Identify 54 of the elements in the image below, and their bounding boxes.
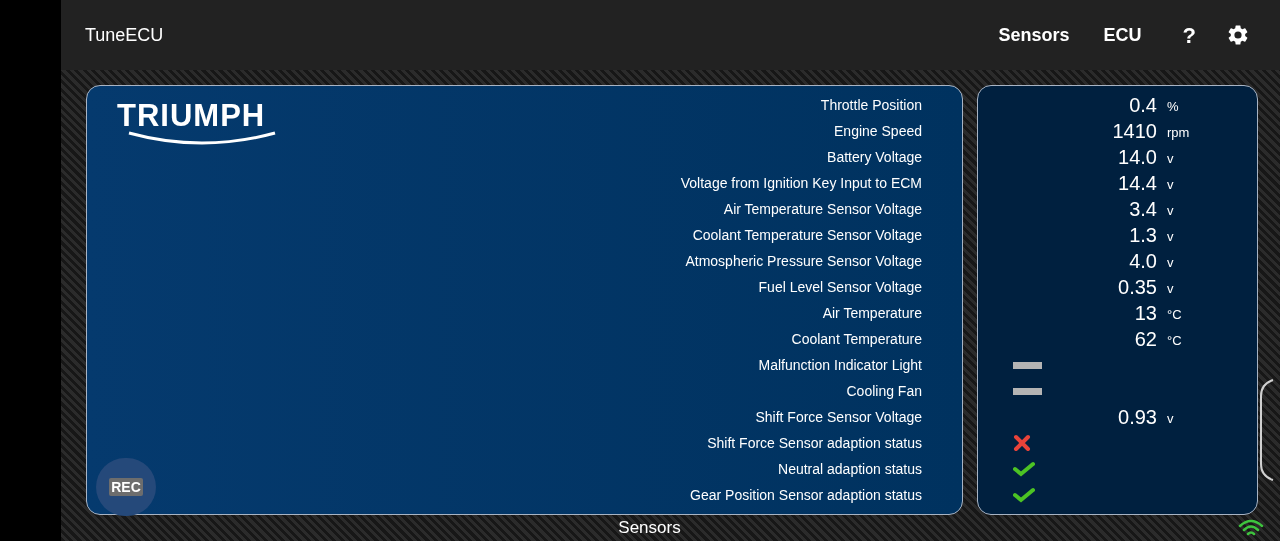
sensor-name: Neutral adaption status: [778, 459, 922, 479]
sensor-name: Battery Voltage: [827, 147, 922, 167]
sensor-name: Gear Position Sensor adaption status: [690, 485, 922, 505]
sensor-unit: v: [1167, 254, 1174, 273]
sensor-unit: rpm: [1167, 124, 1190, 143]
sensor-name: Cooling Fan: [846, 381, 922, 401]
sensor-name: Voltage from Ignition Key Input to ECM: [680, 173, 922, 193]
sensor-unit: °C: [1167, 306, 1182, 325]
sensor-value: 14.0: [1117, 145, 1157, 170]
sensor-unit: v: [1167, 150, 1174, 169]
sensor-name: Air Temperature: [822, 303, 922, 323]
brand-logo: TRIUMPH: [117, 100, 266, 131]
sensor-unit: v: [1167, 280, 1174, 299]
sensor-name: Air Temperature Sensor Voltage: [723, 199, 922, 219]
sensor-name: Coolant Temperature: [791, 329, 922, 349]
sensor-unit: v: [1167, 410, 1174, 429]
sensor-value: 0.4: [1128, 93, 1157, 118]
sensor-unit: %: [1167, 98, 1179, 117]
sensor-name: Shift Force Sensor Voltage: [755, 407, 922, 427]
cross-icon: [1013, 434, 1031, 452]
wifi-icon: [1238, 519, 1264, 537]
sensor-value: 14.4: [1117, 171, 1157, 196]
sensor-value: 62: [1133, 327, 1157, 352]
sensor-value: 13: [1133, 301, 1157, 326]
nav-tab[interactable]: Sensors: [998, 21, 1070, 49]
settings-icon[interactable]: [1226, 23, 1250, 47]
check-icon: [1013, 487, 1035, 503]
sensor-value: 1410: [1111, 119, 1157, 144]
sensor-unit: v: [1167, 176, 1174, 195]
drawer-handle-icon: [1258, 378, 1274, 482]
nav-tab[interactable]: ECU: [1103, 21, 1142, 49]
sensor-name: Malfunction Indicator Light: [758, 355, 922, 375]
sensor-unit: v: [1167, 228, 1174, 247]
help-button[interactable]: ?: [1182, 18, 1196, 52]
sensor-name: Shift Force Sensor adaption status: [707, 433, 922, 453]
sensor-name: Engine Speed: [834, 121, 922, 141]
check-icon: [1013, 461, 1035, 477]
sensor-name: Throttle Position: [820, 95, 922, 115]
sensor-value: 0.35: [1117, 275, 1157, 300]
dash-icon: [1013, 361, 1042, 369]
sensor-name: Coolant Temperature Sensor Voltage: [692, 225, 922, 245]
status-label: Sensors: [618, 517, 681, 540]
sensor-unit: v: [1167, 202, 1174, 221]
sensor-value: 3.4: [1128, 197, 1157, 222]
dash-icon: [1013, 387, 1042, 395]
logo-swoosh-icon: [127, 131, 277, 145]
sensor-unit: °C: [1167, 332, 1182, 351]
sensor-value: 4.0: [1128, 249, 1157, 274]
sensor-name: Atmospheric Pressure Sensor Voltage: [685, 251, 922, 271]
sensor-value: 1.3: [1128, 223, 1157, 248]
sensor-name: Fuel Level Sensor Voltage: [758, 277, 922, 297]
record-button[interactable]: REC: [96, 458, 156, 516]
sensor-value: 0.93: [1117, 405, 1157, 430]
app-title: TuneECU: [85, 23, 164, 47]
